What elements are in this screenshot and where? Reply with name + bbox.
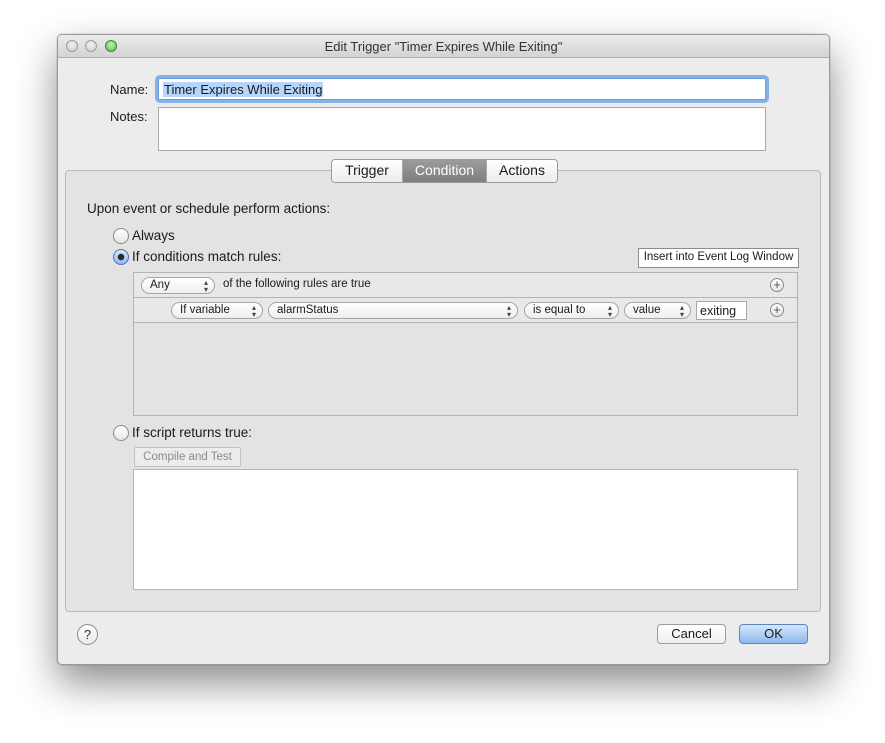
match-suffix-label: of the following rules are true (223, 278, 371, 290)
name-field-value: Timer Expires While Exiting (163, 82, 324, 97)
popup-arrows-icon: ▴ ▾ (251, 303, 256, 319)
popup-arrows-icon: ▴ ▾ (607, 303, 612, 319)
rule-row: If variable ▴ ▾ alarmStatus ▴ ▾ is equal t… (134, 298, 797, 323)
rule-operator-value: is equal to (533, 304, 586, 316)
rule-source-popup[interactable]: If variable ▴ ▾ (171, 302, 263, 319)
compile-and-test-button[interactable]: Compile and Test (134, 447, 241, 467)
rules-header-row: Any ▴ ▾ of the following rules are true + (134, 273, 797, 298)
rule-operator-popup[interactable]: is equal to ▴ ▾ (524, 302, 619, 319)
help-button[interactable]: ? (77, 624, 98, 645)
name-field[interactable]: Timer Expires While Exiting (158, 78, 766, 100)
edit-trigger-dialog: Edit Trigger "Timer Expires While Exitin… (57, 34, 830, 665)
popup-arrows-icon: ▴ ▾ (203, 278, 208, 294)
script-editor[interactable] (133, 469, 798, 590)
tab-trigger[interactable]: Trigger (332, 160, 403, 182)
ok-button[interactable]: OK (739, 624, 808, 644)
rule-source-value: If variable (180, 304, 230, 316)
conditions-radio[interactable] (113, 249, 129, 265)
script-radio[interactable] (113, 425, 129, 441)
rule-variable-popup[interactable]: alarmStatus ▴ ▾ (268, 302, 518, 319)
notes-label: Notes: (110, 109, 148, 124)
tab-condition[interactable]: Condition (403, 160, 487, 182)
match-mode-popup[interactable]: Any ▴ ▾ (141, 277, 215, 294)
conditions-label[interactable]: If conditions match rules: (132, 249, 281, 264)
condition-heading: Upon event or schedule perform actions: (87, 201, 331, 216)
add-rule-icon[interactable]: + (770, 278, 784, 292)
title-bar[interactable]: Edit Trigger "Timer Expires While Exitin… (58, 35, 829, 58)
popup-arrows-icon: ▴ ▾ (506, 303, 511, 319)
rule-value-type-popup[interactable]: value ▴ ▾ (624, 302, 691, 319)
cancel-button[interactable]: Cancel (657, 624, 726, 644)
rule-variable-value: alarmStatus (277, 304, 339, 316)
always-label[interactable]: Always (132, 228, 175, 243)
add-rule-row-icon[interactable]: + (770, 303, 784, 317)
match-mode-value: Any (150, 279, 170, 291)
rule-value-type-value: value (633, 304, 661, 316)
script-label[interactable]: If script returns true: (132, 425, 252, 440)
notes-field[interactable] (158, 107, 766, 151)
window-title: Edit Trigger "Timer Expires While Exitin… (324, 39, 563, 54)
name-label: Name: (110, 82, 149, 97)
popup-arrows-icon: ▴ ▾ (679, 303, 684, 319)
tab-bar: Trigger Condition Actions (331, 159, 558, 183)
always-radio[interactable] (113, 228, 129, 244)
rules-editor: Any ▴ ▾ of the following rules are true +… (133, 272, 798, 416)
rule-value-text: exiting (700, 304, 737, 318)
tab-actions[interactable]: Actions (487, 160, 557, 182)
insert-into-event-log-button[interactable]: Insert into Event Log Window (638, 248, 799, 268)
rule-value-field[interactable]: exiting (696, 301, 747, 320)
